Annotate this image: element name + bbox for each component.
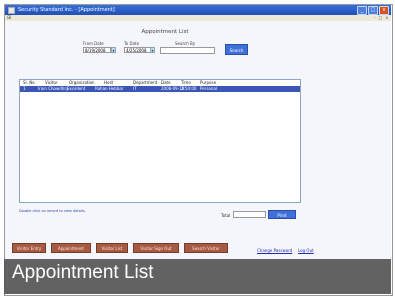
to-date-label: To Date [124, 41, 140, 46]
from-date-dropdown-icon[interactable]: ▾ [111, 47, 116, 53]
appointment-button[interactable]: Appointment [51, 243, 91, 253]
table-cell: IT [133, 86, 137, 91]
window-controls: _ □ x [357, 6, 389, 15]
visitor-entry-button[interactable]: Visitor Entry [12, 243, 46, 253]
title-bar: Security Standard Inc. - [Appointment] _… [5, 5, 391, 15]
to-date-dropdown-icon[interactable]: ▾ [150, 47, 155, 53]
appointment-table: Sl. No Visitor Organization Host Departm… [19, 79, 301, 203]
to-date-field[interactable]: 4/25/2008 [124, 47, 151, 53]
table-cell: Irain Chowdhry [38, 86, 69, 91]
from-date-field[interactable]: 8/19/2008 [83, 47, 111, 53]
visitor-list-button[interactable]: Visitor List [96, 243, 128, 253]
search-visitor-button[interactable]: Search Visitor [184, 243, 228, 253]
table-cell: Rohan Hebbar [95, 86, 124, 91]
total-label: Total [221, 213, 231, 218]
search-by-label: Search By [175, 41, 196, 46]
caption-text: Appointment List [12, 262, 154, 283]
change-password-link[interactable]: Change Password [257, 248, 292, 253]
search-input[interactable] [160, 47, 215, 54]
from-date-label: From Date [83, 41, 104, 46]
visitor-sign-out-button[interactable]: Visitor Sign Out [133, 243, 179, 253]
table-cell: 1 [23, 86, 26, 91]
page-title: Appointment List [141, 29, 189, 35]
maximize-button[interactable]: □ [368, 6, 378, 15]
mdi-controls[interactable]: - □ x [374, 15, 389, 20]
app-icon [8, 6, 15, 14]
table-cell: 2:50:00 [181, 86, 197, 91]
print-button[interactable]: Print [268, 210, 296, 219]
search-button[interactable]: Search [225, 44, 248, 55]
close-button[interactable]: x [379, 6, 389, 15]
double-click-hint: Double click on record to view details. [19, 209, 86, 213]
total-field [233, 211, 266, 218]
table-row[interactable]: 1 Irain Chowdhry Excellent Rohan Hebbar … [20, 86, 300, 92]
table-cell: Personal [200, 86, 218, 91]
minimize-button[interactable]: _ [357, 6, 367, 15]
window-title: Security Standard Inc. - [Appointment] [18, 7, 115, 13]
table-cell: Excellent [67, 86, 86, 91]
log-out-link[interactable]: Log Out [298, 248, 314, 253]
